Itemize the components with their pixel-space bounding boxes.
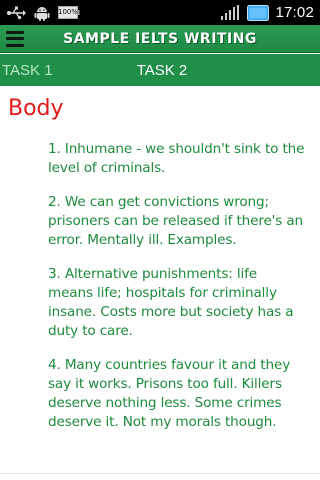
tab-task-1[interactable]: TASK 1 bbox=[0, 54, 130, 86]
list-item: 4. Many countries favour it and they say… bbox=[48, 357, 291, 430]
app-title: SAMPLE IELTS WRITING bbox=[63, 30, 257, 47]
battery-label: 100% bbox=[58, 8, 79, 16]
tab-task-2[interactable]: TASK 2 bbox=[132, 54, 192, 86]
list-item: 1. Inhumane - we shouldn't sink to the l… bbox=[48, 141, 305, 176]
list-item: 2. We can get convictions wrong; prisone… bbox=[48, 194, 304, 248]
section-title: Body bbox=[8, 96, 64, 121]
list-item: 3. Alternative punishments: life means l… bbox=[48, 266, 294, 339]
clock: 17:02 bbox=[275, 4, 314, 21]
android-icon bbox=[34, 5, 50, 21]
status-bar: 100% 17:02 bbox=[0, 0, 320, 25]
points-list: 1. Inhumane - we shouldn't sink to the l… bbox=[48, 140, 306, 447]
content-area: Body 1. Inhumane - we shouldn't sink to … bbox=[0, 86, 320, 480]
signal-icon bbox=[221, 5, 241, 20]
battery-icon: 100% bbox=[58, 6, 80, 19]
hamburger-menu-icon[interactable] bbox=[6, 30, 28, 47]
tab-bar: TASK 1 TASK 2 bbox=[0, 54, 320, 86]
usb-icon bbox=[6, 6, 26, 20]
divider bbox=[0, 473, 320, 474]
app-bar: SAMPLE IELTS WRITING bbox=[0, 25, 320, 53]
sd-card-icon bbox=[247, 4, 270, 21]
